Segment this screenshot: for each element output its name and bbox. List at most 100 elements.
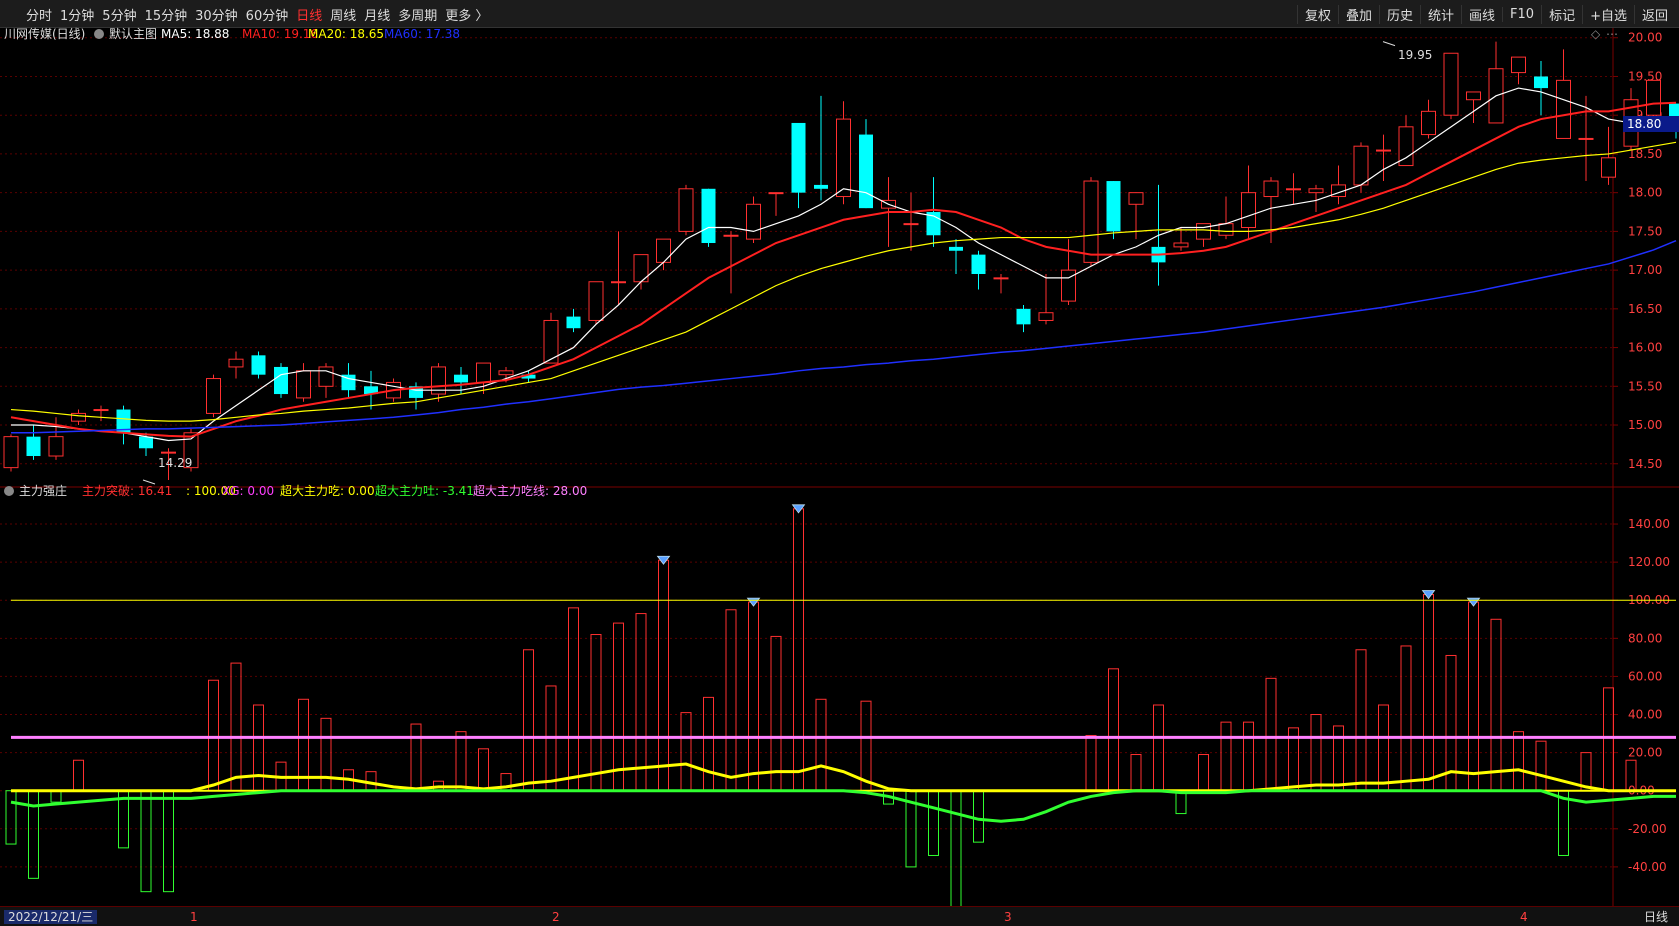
breakout-bar <box>455 731 467 792</box>
diamond-icon[interactable]: ◇ <box>1591 27 1601 41</box>
indicator-chart[interactable] <box>5 504 1676 906</box>
candle-body[interactable] <box>476 362 491 383</box>
candle-body[interactable] <box>949 246 963 251</box>
candle-body[interactable] <box>859 134 873 209</box>
breakout-bar <box>208 679 219 792</box>
candle-body[interactable] <box>161 451 176 454</box>
candle-body[interactable] <box>971 254 986 274</box>
y-tick-label: 40.00 <box>1628 708 1662 722</box>
candle-body[interactable] <box>1218 223 1234 236</box>
candle-body[interactable] <box>768 192 784 195</box>
candle-body[interactable] <box>588 281 604 321</box>
candle-body[interactable] <box>814 184 828 189</box>
candle-body[interactable] <box>206 378 221 414</box>
y-tick-label: 18.50 <box>1628 147 1662 161</box>
candle-body[interactable] <box>1106 181 1121 232</box>
candle-body[interactable] <box>93 409 109 412</box>
indicator-label: 主力突破: 16.41 <box>82 483 172 498</box>
candle-body[interactable] <box>723 234 739 237</box>
candle-body[interactable] <box>746 203 761 240</box>
candle-body[interactable] <box>993 277 1009 280</box>
breakout-bar <box>793 508 804 792</box>
breakout-bar <box>635 613 647 792</box>
y-tick-label: 17.00 <box>1628 263 1662 277</box>
breakout-bar <box>1153 704 1164 792</box>
y-tick-label: 20.00 <box>1628 746 1662 760</box>
candle-body[interactable] <box>656 238 671 263</box>
candle-body[interactable] <box>1353 145 1369 186</box>
collapse-sub-icon[interactable] <box>4 486 14 496</box>
candlestick-chart[interactable] <box>3 41 1679 485</box>
candle-body[interactable] <box>1128 192 1144 205</box>
candle-body[interactable] <box>1421 110 1436 136</box>
candle-body[interactable] <box>498 370 514 376</box>
candle-body[interactable] <box>1534 76 1548 89</box>
breakout-bar <box>1423 594 1434 792</box>
month-tick: 1 <box>190 910 198 924</box>
candle-body[interactable] <box>228 358 244 368</box>
candle-body[interactable] <box>1466 91 1481 101</box>
breakout-bar <box>523 649 534 792</box>
candle-body[interactable] <box>1286 188 1301 191</box>
candle-body[interactable] <box>566 316 581 329</box>
y-tick-label: -20.00 <box>1628 822 1667 836</box>
candle-body[interactable] <box>611 281 626 284</box>
outflow-bar <box>928 790 939 856</box>
candle-body[interactable] <box>454 374 468 383</box>
breakout-bar <box>1265 677 1277 792</box>
breakout-bar <box>680 712 692 792</box>
ma60-label: MA60: 17.38 <box>384 27 460 41</box>
kline-chart-area[interactable]: 20.0019.5019.0018.5018.0017.5017.0016.50… <box>0 0 1679 906</box>
candle-body[interactable] <box>1308 188 1324 194</box>
candle-body[interactable] <box>1376 149 1391 152</box>
y-tick-label: 15.00 <box>1628 418 1662 432</box>
candle-body[interactable] <box>3 436 19 469</box>
candle-body[interactable] <box>139 436 153 449</box>
ma60-line <box>11 239 1677 434</box>
y-tick-label: 16.00 <box>1628 341 1662 355</box>
candle-body[interactable] <box>296 370 311 399</box>
candle-body[interactable] <box>251 355 266 375</box>
breakout-bar <box>1603 687 1614 792</box>
collapse-icon[interactable] <box>94 29 104 39</box>
candle-body[interactable] <box>26 436 41 457</box>
ma20-label: MA20: 18.65 <box>308 27 384 41</box>
candle-body[interactable] <box>1601 157 1616 178</box>
candle-body[interactable] <box>701 188 716 244</box>
candle-body[interactable] <box>1016 308 1031 325</box>
candle-body[interactable] <box>836 118 851 198</box>
y-tick-label: 16.50 <box>1628 302 1662 316</box>
candle-body[interactable] <box>678 188 694 232</box>
candle-body[interactable] <box>1578 137 1594 140</box>
candle-body[interactable] <box>791 122 806 193</box>
super-inflow-line <box>11 762 1676 793</box>
indicator-name[interactable]: 主力强庄 <box>19 483 67 498</box>
candle-body[interactable] <box>1038 312 1054 321</box>
candle-body[interactable] <box>48 436 64 457</box>
candle-body[interactable] <box>71 412 86 422</box>
candle-body[interactable] <box>1196 223 1211 240</box>
ellipsis-icon[interactable]: ⋯ <box>1606 27 1618 41</box>
breakout-bar <box>568 607 579 792</box>
candle-body[interactable] <box>1511 56 1526 74</box>
candle-body[interactable] <box>274 366 288 395</box>
outflow-bar <box>163 790 174 893</box>
low-price-label: 14.29 <box>158 456 192 470</box>
candle-body[interactable] <box>1083 180 1099 263</box>
indicator-label: XG: 0.00 <box>222 484 274 498</box>
candle-body[interactable] <box>1263 180 1279 198</box>
candle-body[interactable] <box>318 366 334 387</box>
candle-body[interactable] <box>1443 52 1459 116</box>
outflow-bar <box>1175 790 1187 815</box>
candle-body[interactable] <box>1646 79 1661 116</box>
breakout-bar <box>1468 601 1479 792</box>
y-tick-label: 20.00 <box>1628 31 1662 45</box>
candle-body[interactable] <box>903 223 919 226</box>
candle-body[interactable] <box>1241 192 1256 229</box>
candle-body[interactable] <box>1173 242 1189 248</box>
y-tick-label: 140.00 <box>1628 517 1670 531</box>
template-label[interactable]: 默认主图 <box>109 26 157 41</box>
breakout-bar <box>230 662 242 792</box>
candle-body[interactable] <box>1556 79 1571 139</box>
breakout-bar <box>590 634 602 792</box>
